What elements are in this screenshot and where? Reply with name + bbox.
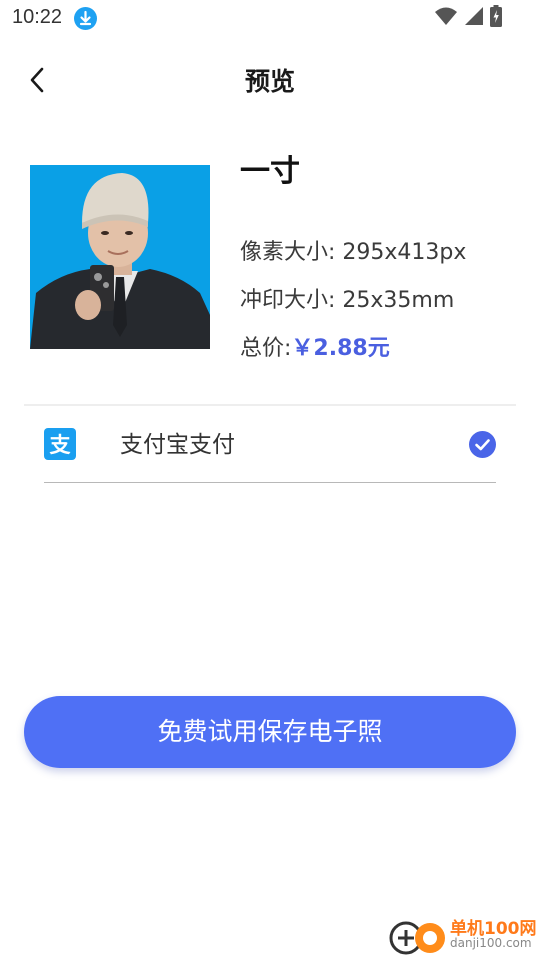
watermark: 单机100网 danji100.com (388, 914, 538, 960)
total-price: 总价:￥2.88元 (240, 334, 390, 364)
status-icons (434, 5, 502, 31)
total-price-value: ￥2.88元 (291, 336, 390, 361)
spec-title: 一寸 (240, 154, 300, 189)
check-circle-icon[interactable] (469, 431, 496, 458)
print-size-value: 25x35mm (342, 288, 455, 313)
wifi-icon (434, 6, 458, 30)
alipay-glyph: 支 (50, 433, 72, 457)
battery-charging-icon (490, 5, 502, 31)
save-photo-button[interactable]: 免费试用保存电子照 (24, 696, 516, 768)
pixel-size: 像素大小: 295x413px (240, 238, 466, 268)
signal-icon (464, 6, 484, 30)
watermark-logo-icon (389, 921, 445, 955)
status-bar: 10:22 (0, 0, 540, 36)
print-size-label: 冲印大小: (240, 288, 343, 313)
alipay-icon: 支 (44, 428, 76, 460)
page-title: 预览 (244, 67, 295, 96)
watermark-url: danji100.com (450, 936, 532, 950)
print-size: 冲印大小: 25x35mm (240, 286, 454, 316)
total-price-label: 总价: (240, 336, 292, 361)
payment-option-alipay[interactable]: 支 支付宝支付 (44, 408, 496, 483)
download-icon (74, 7, 97, 30)
divider (24, 404, 516, 406)
id-photo-preview (30, 165, 210, 349)
payment-label: 支付宝支付 (120, 432, 235, 458)
pixel-size-label: 像素大小: (240, 240, 343, 265)
pixel-size-value: 295x413px (342, 240, 467, 265)
status-time: 10:22 (12, 6, 63, 28)
